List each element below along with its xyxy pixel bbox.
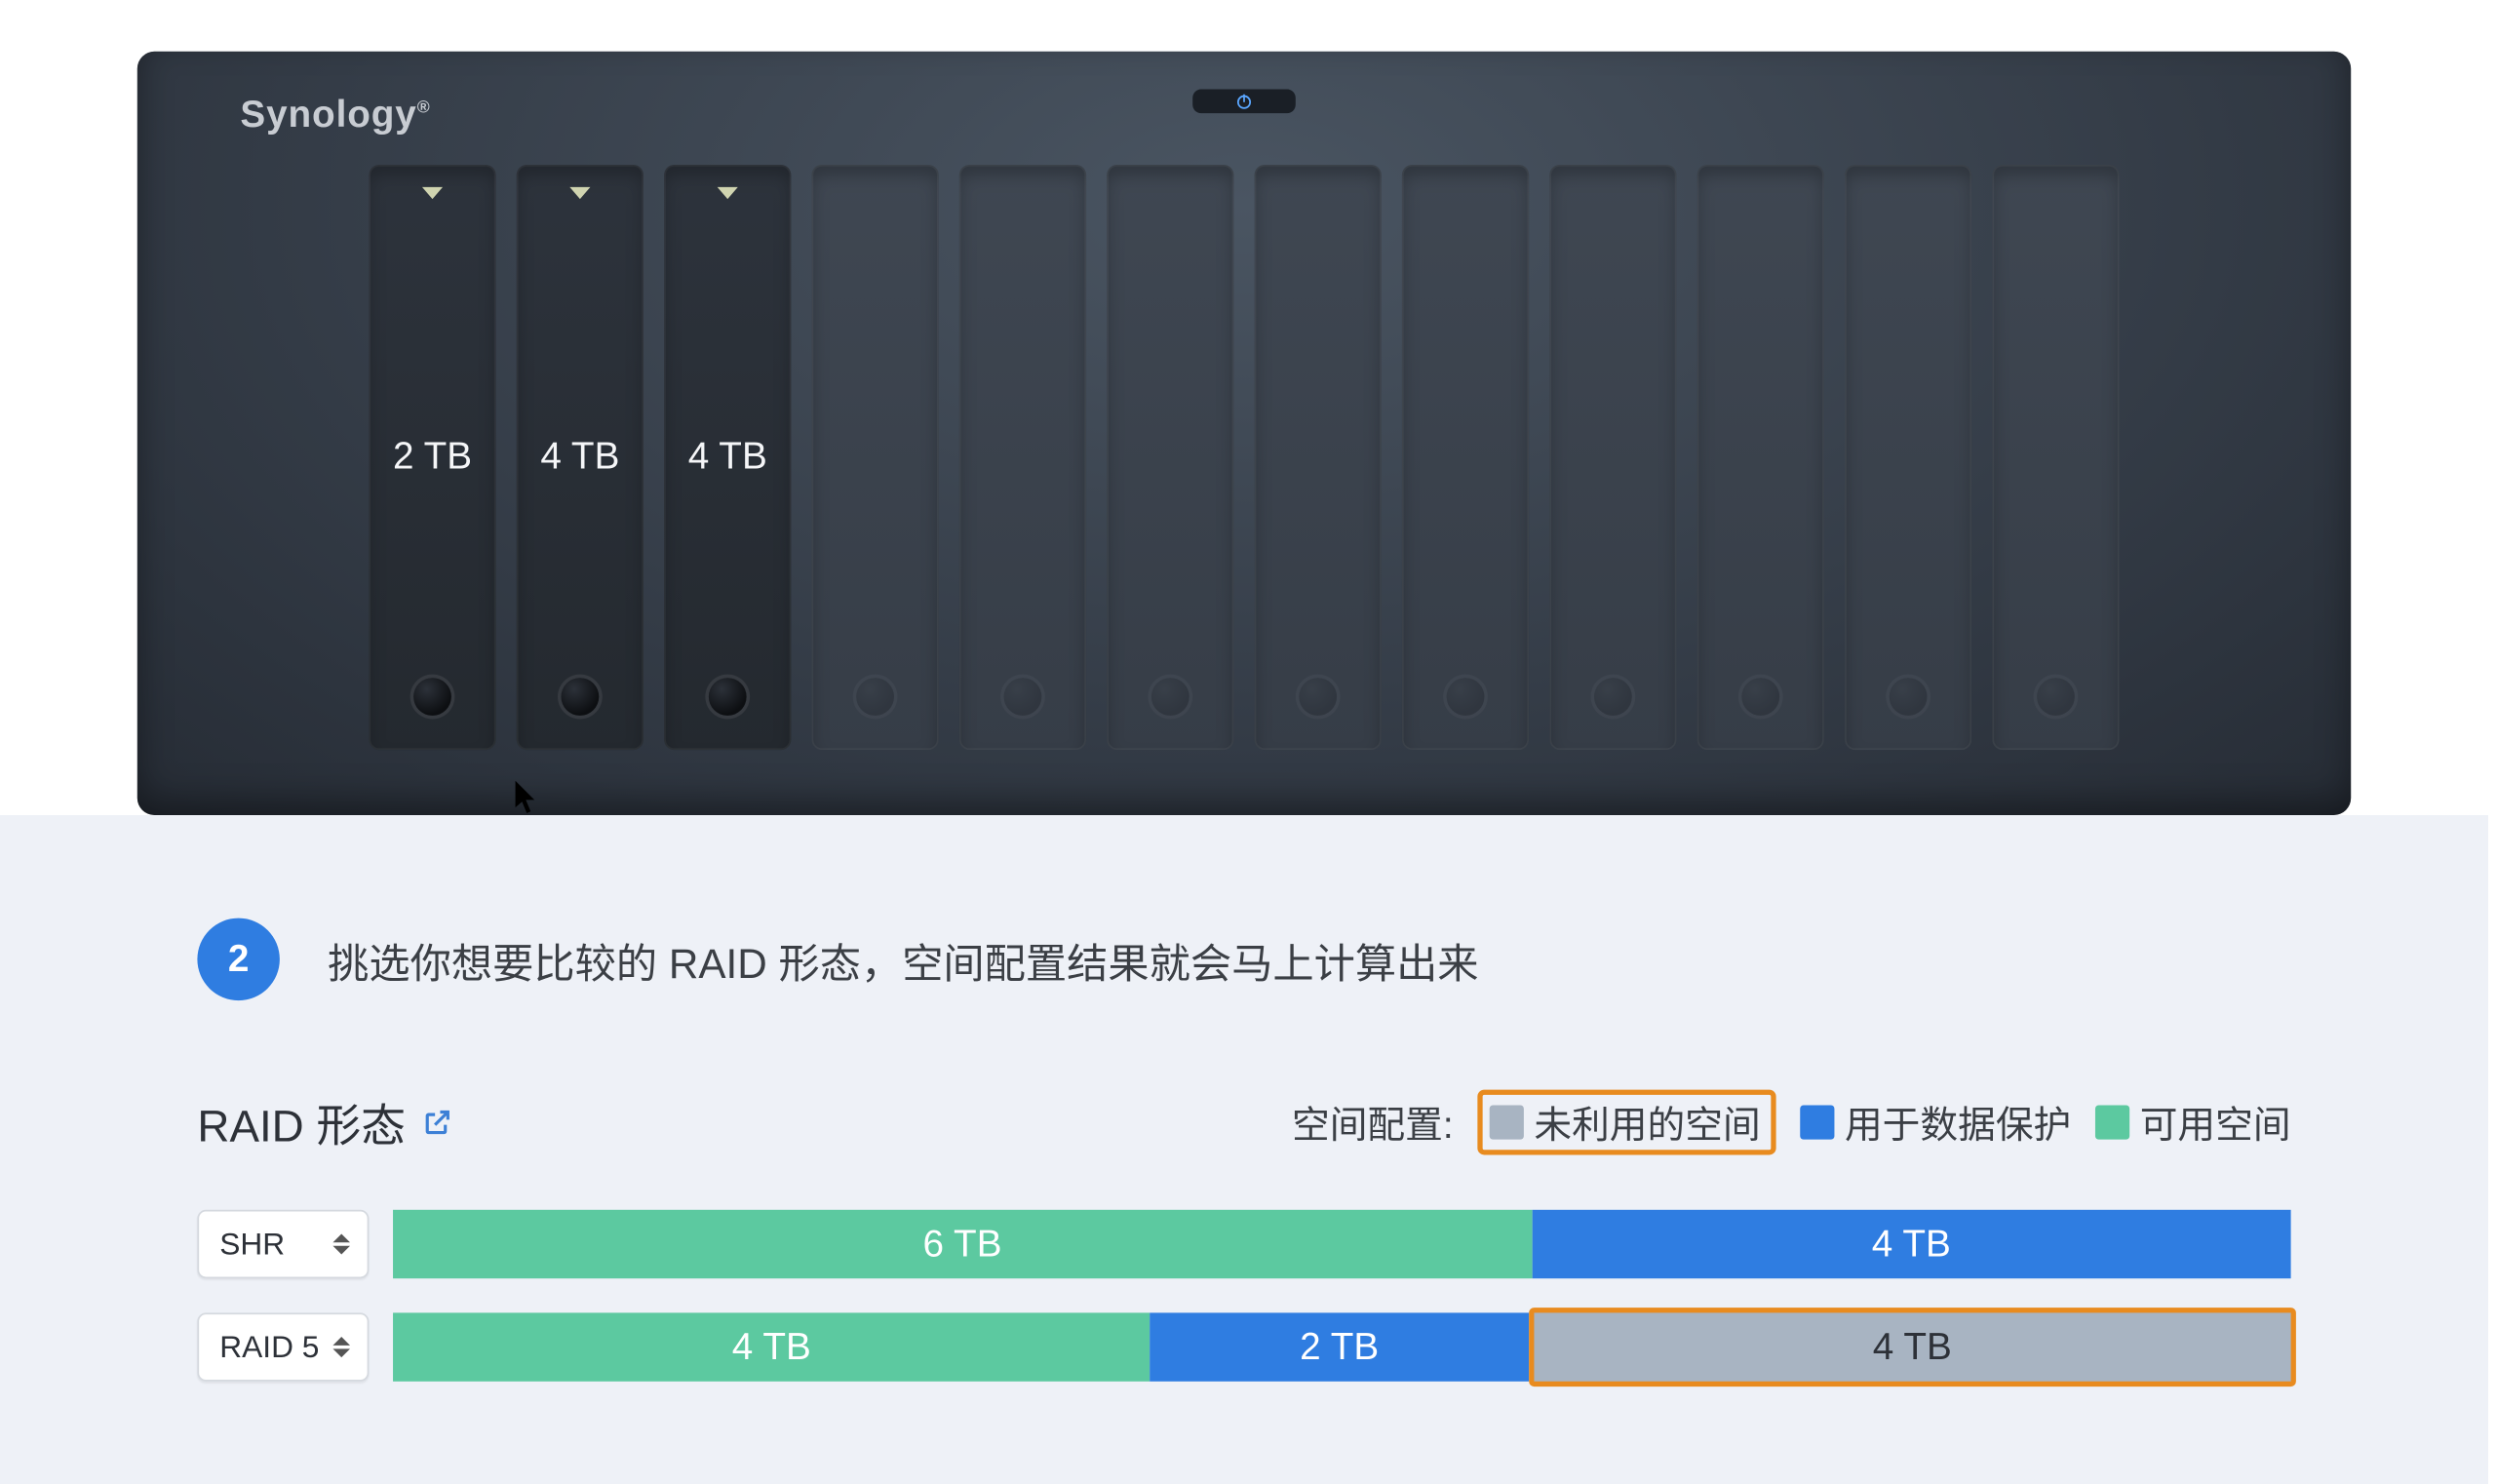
bay-lock-icon: [1890, 678, 1928, 716]
drive-bays: 2 TB 4 TB 4 TB: [369, 165, 2119, 750]
bay-led-icon: [569, 187, 590, 199]
legend-protect: 用于数据保护: [1800, 1095, 2071, 1150]
bay-capacity: 2 TB: [369, 434, 495, 479]
nas-chassis: Synology® 2 TB 4 TB 4 TB: [137, 52, 2351, 815]
drive-bay-12[interactable]: [1992, 165, 2119, 750]
drive-bay-1[interactable]: 2 TB: [369, 165, 495, 750]
drive-bay-5[interactable]: [959, 165, 1086, 750]
brand-logo: Synology®: [240, 93, 430, 137]
power-icon: [1233, 91, 1254, 111]
raid-row: SHR 6 TB4 TB: [197, 1210, 2290, 1278]
drive-bay-8[interactable]: [1402, 165, 1529, 750]
bay-lock-icon: [856, 678, 894, 716]
bay-lock-icon: [1151, 678, 1190, 716]
bay-lock-icon: [1299, 678, 1337, 716]
bay-led-icon: [422, 187, 443, 199]
external-link-icon[interactable]: [423, 1096, 454, 1150]
bay-lock-icon: [1004, 678, 1042, 716]
step-number-badge: 2: [197, 918, 279, 1000]
bay-lock-icon: [1447, 678, 1485, 716]
segment-protect: 2 TB: [1150, 1312, 1529, 1381]
raid-type-select[interactable]: RAID 5: [197, 1312, 369, 1381]
step-row: 2 挑选你想要比较的 RAID 形态，空间配置结果就会马上计算出来: [197, 918, 2290, 1000]
allocation-bar: 4 TB2 TB4 TB: [393, 1312, 2291, 1381]
raid-row: RAID 5 4 TB2 TB4 TB: [197, 1312, 2290, 1381]
legend-unused: 未利用的空间: [1477, 1090, 1775, 1155]
segment-avail: 4 TB: [393, 1312, 1150, 1381]
drive-bay-6[interactable]: [1107, 165, 1233, 750]
legend: 空间配置: 未利用的空间 用于数据保护 可用空间: [1292, 1090, 2291, 1155]
segment-avail: 6 TB: [393, 1210, 1532, 1278]
segment-protect: 4 TB: [1532, 1210, 2291, 1278]
drive-bay-9[interactable]: [1549, 165, 1676, 750]
segment-unused: 4 TB: [1529, 1308, 2296, 1386]
bay-led-icon: [718, 187, 738, 199]
drive-bay-2[interactable]: 4 TB: [517, 165, 644, 750]
bay-lock-icon: [709, 678, 747, 716]
chevron-updown-icon: [332, 1337, 350, 1357]
raid-type-value: RAID 5: [219, 1329, 319, 1365]
raid-type-value: SHR: [219, 1227, 285, 1263]
step-description: 挑选你想要比较的 RAID 形态，空间配置结果就会马上计算出来: [328, 929, 1478, 990]
swatch-protect-icon: [1800, 1105, 1834, 1139]
drive-bay-4[interactable]: [811, 165, 938, 750]
allocation-bar: 6 TB4 TB: [393, 1210, 2291, 1278]
bay-capacity: 4 TB: [664, 434, 791, 479]
drive-bay-7[interactable]: [1255, 165, 1382, 750]
bay-lock-icon: [1741, 678, 1779, 716]
bay-capacity: 4 TB: [517, 434, 644, 479]
results-panel: 2 挑选你想要比较的 RAID 形态，空间配置结果就会马上计算出来 RAID 形…: [0, 815, 2488, 1484]
swatch-avail-icon: [2095, 1105, 2129, 1139]
drive-bay-11[interactable]: [1845, 165, 1971, 750]
bay-lock-icon: [2037, 678, 2075, 716]
drive-bay-10[interactable]: [1697, 165, 1824, 750]
drive-bay-3[interactable]: 4 TB: [664, 165, 791, 750]
bay-lock-icon: [1594, 678, 1632, 716]
bay-lock-icon: [562, 678, 600, 716]
swatch-unused-icon: [1490, 1105, 1524, 1139]
legend-label: 空间配置:: [1292, 1095, 1454, 1150]
legend-avail: 可用空间: [2095, 1095, 2291, 1150]
chevron-updown-icon: [332, 1233, 350, 1254]
raid-type-select[interactable]: SHR: [197, 1210, 369, 1278]
bay-lock-icon: [413, 678, 451, 716]
power-button[interactable]: [1192, 90, 1296, 114]
raid-section-title: RAID 形态: [197, 1090, 453, 1153]
